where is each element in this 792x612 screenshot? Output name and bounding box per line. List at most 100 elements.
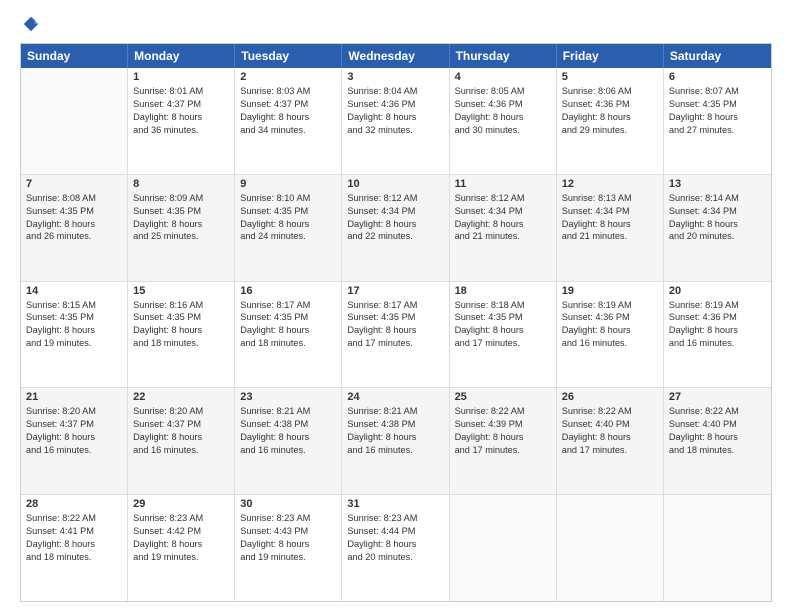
cell-info-line: Sunrise: 8:20 AM	[133, 405, 229, 418]
cell-info-line: Daylight: 8 hours	[240, 538, 336, 551]
cell-info-line: Daylight: 8 hours	[455, 431, 551, 444]
cell-info-line: Sunset: 4:40 PM	[562, 418, 658, 431]
cell-info-line: Sunrise: 8:22 AM	[26, 512, 122, 525]
calendar-page: SundayMondayTuesdayWednesdayThursdayFrid…	[0, 0, 792, 612]
cell-info-line: Daylight: 8 hours	[133, 218, 229, 231]
calendar-cell: 10Sunrise: 8:12 AMSunset: 4:34 PMDayligh…	[342, 175, 449, 281]
cell-info-line: Daylight: 8 hours	[347, 111, 443, 124]
calendar-cell: 7Sunrise: 8:08 AMSunset: 4:35 PMDaylight…	[21, 175, 128, 281]
cell-info-line: and 18 minutes.	[133, 337, 229, 350]
cell-info-line: Daylight: 8 hours	[669, 111, 766, 124]
day-number: 23	[240, 391, 336, 403]
day-number: 9	[240, 178, 336, 190]
day-number: 15	[133, 285, 229, 297]
day-number: 2	[240, 71, 336, 83]
cell-info-line: Daylight: 8 hours	[347, 218, 443, 231]
cell-info-line: Sunset: 4:36 PM	[669, 311, 766, 324]
calendar-cell: 3Sunrise: 8:04 AMSunset: 4:36 PMDaylight…	[342, 68, 449, 174]
day-number: 29	[133, 498, 229, 510]
calendar-cell: 13Sunrise: 8:14 AMSunset: 4:34 PMDayligh…	[664, 175, 771, 281]
calendar-cell: 2Sunrise: 8:03 AMSunset: 4:37 PMDaylight…	[235, 68, 342, 174]
weekday-header-monday: Monday	[128, 44, 235, 68]
calendar-cell	[664, 495, 771, 601]
cell-info-line: Sunrise: 8:22 AM	[455, 405, 551, 418]
cell-info-line: Sunrise: 8:18 AM	[455, 299, 551, 312]
calendar-cell	[450, 495, 557, 601]
calendar-cell: 28Sunrise: 8:22 AMSunset: 4:41 PMDayligh…	[21, 495, 128, 601]
cell-info-line: and 16 minutes.	[240, 444, 336, 457]
cell-info-line: Sunset: 4:36 PM	[347, 98, 443, 111]
weekday-header-sunday: Sunday	[21, 44, 128, 68]
calendar-cell: 23Sunrise: 8:21 AMSunset: 4:38 PMDayligh…	[235, 388, 342, 494]
cell-info-line: Sunset: 4:35 PM	[669, 98, 766, 111]
day-number: 7	[26, 178, 122, 190]
cell-info-line: Sunrise: 8:01 AM	[133, 85, 229, 98]
cell-info-line: Sunset: 4:35 PM	[240, 205, 336, 218]
cell-info-line: and 20 minutes.	[669, 230, 766, 243]
calendar-cell: 19Sunrise: 8:19 AMSunset: 4:36 PMDayligh…	[557, 282, 664, 388]
cell-info-line: Sunset: 4:41 PM	[26, 525, 122, 538]
cell-info-line: and 21 minutes.	[455, 230, 551, 243]
cell-info-line: Daylight: 8 hours	[455, 111, 551, 124]
cell-info-line: and 18 minutes.	[669, 444, 766, 457]
cell-info-line: Sunrise: 8:23 AM	[240, 512, 336, 525]
cell-info-line: Sunset: 4:43 PM	[240, 525, 336, 538]
cell-info-line: Daylight: 8 hours	[26, 431, 122, 444]
cell-info-line: Sunrise: 8:20 AM	[26, 405, 122, 418]
cell-info-line: and 25 minutes.	[133, 230, 229, 243]
cell-info-line: Daylight: 8 hours	[133, 431, 229, 444]
weekday-header-wednesday: Wednesday	[342, 44, 449, 68]
calendar-body: 1Sunrise: 8:01 AMSunset: 4:37 PMDaylight…	[21, 68, 771, 601]
cell-info-line: Sunrise: 8:12 AM	[347, 192, 443, 205]
calendar-cell: 8Sunrise: 8:09 AMSunset: 4:35 PMDaylight…	[128, 175, 235, 281]
cell-info-line: Sunset: 4:37 PM	[240, 98, 336, 111]
cell-info-line: and 32 minutes.	[347, 124, 443, 137]
day-number: 25	[455, 391, 551, 403]
cell-info-line: Daylight: 8 hours	[562, 324, 658, 337]
cell-info-line: Daylight: 8 hours	[26, 218, 122, 231]
calendar-cell: 25Sunrise: 8:22 AMSunset: 4:39 PMDayligh…	[450, 388, 557, 494]
cell-info-line: and 16 minutes.	[669, 337, 766, 350]
cell-info-line: and 17 minutes.	[562, 444, 658, 457]
calendar-cell: 29Sunrise: 8:23 AMSunset: 4:42 PMDayligh…	[128, 495, 235, 601]
day-number: 31	[347, 498, 443, 510]
calendar-header-row: SundayMondayTuesdayWednesdayThursdayFrid…	[21, 44, 771, 68]
day-number: 8	[133, 178, 229, 190]
day-number: 13	[669, 178, 766, 190]
cell-info-line: Sunrise: 8:19 AM	[669, 299, 766, 312]
cell-info-line: Sunrise: 8:16 AM	[133, 299, 229, 312]
calendar-cell: 20Sunrise: 8:19 AMSunset: 4:36 PMDayligh…	[664, 282, 771, 388]
day-number: 22	[133, 391, 229, 403]
cell-info-line: and 16 minutes.	[562, 337, 658, 350]
cell-info-line: Daylight: 8 hours	[240, 431, 336, 444]
cell-info-line: Sunset: 4:35 PM	[26, 311, 122, 324]
cell-info-line: Sunrise: 8:21 AM	[240, 405, 336, 418]
day-number: 17	[347, 285, 443, 297]
cell-info-line: and 17 minutes.	[455, 444, 551, 457]
cell-info-line: and 16 minutes.	[347, 444, 443, 457]
cell-info-line: Daylight: 8 hours	[26, 324, 122, 337]
day-number: 28	[26, 498, 122, 510]
calendar-cell: 15Sunrise: 8:16 AMSunset: 4:35 PMDayligh…	[128, 282, 235, 388]
cell-info-line: Daylight: 8 hours	[347, 431, 443, 444]
weekday-header-friday: Friday	[557, 44, 664, 68]
cell-info-line: Daylight: 8 hours	[562, 431, 658, 444]
calendar-cell: 21Sunrise: 8:20 AMSunset: 4:37 PMDayligh…	[21, 388, 128, 494]
calendar-cell: 14Sunrise: 8:15 AMSunset: 4:35 PMDayligh…	[21, 282, 128, 388]
cell-info-line: and 20 minutes.	[347, 551, 443, 564]
calendar-cell: 17Sunrise: 8:17 AMSunset: 4:35 PMDayligh…	[342, 282, 449, 388]
cell-info-line: Daylight: 8 hours	[240, 218, 336, 231]
cell-info-line: Sunset: 4:35 PM	[347, 311, 443, 324]
day-number: 11	[455, 178, 551, 190]
cell-info-line: and 30 minutes.	[455, 124, 551, 137]
cell-info-line: Sunset: 4:35 PM	[240, 311, 336, 324]
cell-info-line: Sunset: 4:37 PM	[26, 418, 122, 431]
calendar-row-3: 21Sunrise: 8:20 AMSunset: 4:37 PMDayligh…	[21, 387, 771, 494]
cell-info-line: Sunset: 4:36 PM	[562, 98, 658, 111]
day-number: 26	[562, 391, 658, 403]
calendar-grid: SundayMondayTuesdayWednesdayThursdayFrid…	[20, 43, 772, 602]
page-header	[20, 15, 772, 33]
calendar-cell	[21, 68, 128, 174]
calendar-cell: 12Sunrise: 8:13 AMSunset: 4:34 PMDayligh…	[557, 175, 664, 281]
cell-info-line: Sunset: 4:34 PM	[562, 205, 658, 218]
